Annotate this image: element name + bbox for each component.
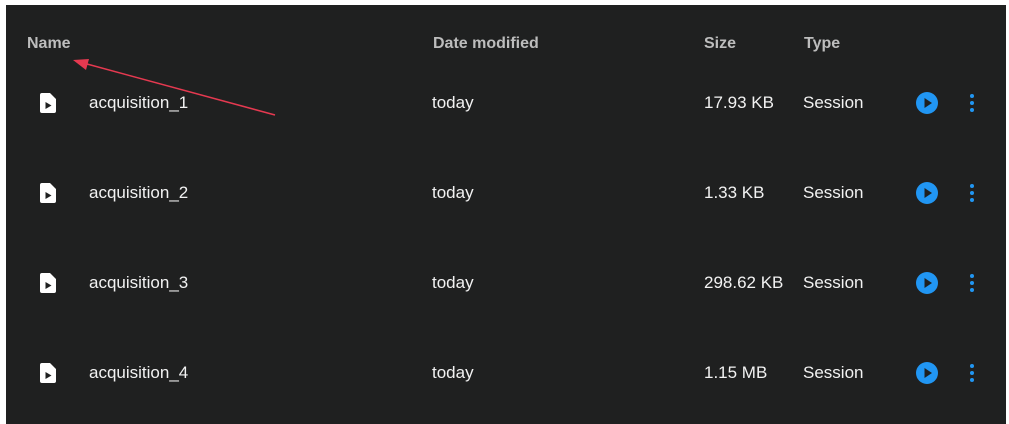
file-date: today	[432, 363, 474, 382]
file-name: acquisition_1	[89, 93, 189, 112]
more-vertical-icon[interactable]	[962, 181, 982, 205]
file-type: Session	[803, 183, 864, 202]
file-date: today	[432, 93, 474, 112]
file-play-icon	[39, 182, 57, 204]
file-play-icon	[39, 272, 57, 294]
file-size: 1.33 KB	[704, 183, 765, 202]
file-browser: Name Date modified Size Type acquisition…	[6, 5, 1006, 424]
column-header-name[interactable]: Name	[27, 35, 71, 53]
file-type: Session	[803, 273, 864, 292]
column-header-type[interactable]: Type	[804, 35, 840, 53]
file-type: Session	[803, 363, 864, 382]
table-row[interactable]: acquisition_4 today 1.15 MB Session	[6, 328, 1006, 418]
table-row[interactable]: acquisition_1 today 17.93 KB Session	[6, 58, 1006, 148]
file-size: 298.62 KB	[704, 273, 784, 292]
file-type: Session	[803, 93, 864, 112]
play-circle-icon[interactable]	[915, 91, 939, 115]
table-row[interactable]: acquisition_3 today 298.62 KB Session	[6, 238, 1006, 328]
file-size: 17.93 KB	[704, 93, 774, 112]
file-play-icon	[39, 92, 57, 114]
play-circle-icon[interactable]	[915, 181, 939, 205]
file-play-icon	[39, 362, 57, 384]
more-vertical-icon[interactable]	[962, 91, 982, 115]
file-date: today	[432, 183, 474, 202]
more-vertical-icon[interactable]	[962, 271, 982, 295]
file-name: acquisition_4	[89, 363, 189, 382]
more-vertical-icon[interactable]	[962, 361, 982, 385]
table-row[interactable]: acquisition_2 today 1.33 KB Session	[6, 148, 1006, 238]
file-date: today	[432, 273, 474, 292]
column-header-date-modified[interactable]: Date modified	[433, 35, 539, 53]
play-circle-icon[interactable]	[915, 271, 939, 295]
column-header-size[interactable]: Size	[704, 35, 736, 53]
play-circle-icon[interactable]	[915, 361, 939, 385]
file-size: 1.15 MB	[704, 363, 768, 382]
file-name: acquisition_3	[89, 273, 189, 292]
file-name: acquisition_2	[89, 183, 189, 202]
